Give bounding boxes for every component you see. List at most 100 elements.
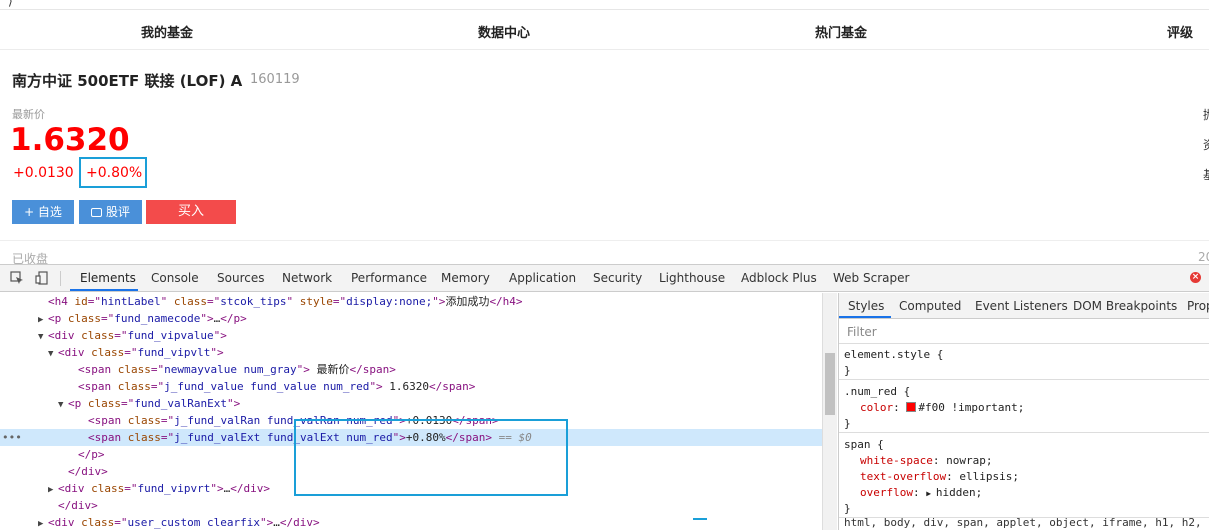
- elements-scrollbar[interactable]: [822, 293, 837, 530]
- fund-code: 160119: [250, 72, 300, 87]
- code-token: =": [332, 295, 347, 308]
- change-percent: +0.80%: [79, 157, 147, 188]
- css-rule[interactable]: element.style {}: [839, 347, 1209, 380]
- dom-node-line[interactable]: <h4 id="hintLabel" class="stcok_tips" st…: [0, 293, 822, 310]
- comment-button[interactable]: 股评: [79, 200, 142, 224]
- devtools-tab-lighthouse[interactable]: Lighthouse: [659, 271, 725, 285]
- css-value: nowrap;: [946, 454, 993, 467]
- code-token: class: [173, 295, 207, 308]
- devtools-tab-memory[interactable]: Memory: [441, 271, 490, 285]
- tabbar-divider: [60, 271, 61, 286]
- css-value: #f00 !important;: [918, 401, 1025, 414]
- styles-tab-computed[interactable]: Computed: [899, 299, 961, 313]
- devtools-tab-application[interactable]: Application: [509, 271, 576, 285]
- fund-page: ⟩ 我的基金 数据中心 热门基金 评级 南方中证 500ETF 联接 (LOF)…: [0, 0, 1209, 264]
- code-token: ">: [259, 516, 274, 529]
- devtools-tab-sources[interactable]: Sources: [217, 271, 264, 285]
- code-token: hintLabel: [101, 295, 161, 308]
- dom-node-line[interactable]: ▼ <div class="fund_vipvlt">: [0, 344, 822, 361]
- code-token: <p: [68, 397, 88, 410]
- more-options-icon[interactable]: •••: [2, 429, 22, 446]
- css-colon: :: [912, 486, 927, 499]
- nav-data-center[interactable]: 数据中心: [478, 22, 530, 41]
- inspect-element-icon[interactable]: [10, 271, 24, 285]
- code-token: =": [114, 516, 128, 529]
- scrollbar-thumb[interactable]: [825, 353, 835, 415]
- code-token: <span: [78, 380, 118, 393]
- css-selector: element.style {: [844, 348, 944, 361]
- devtools-tab-security[interactable]: Security: [593, 271, 642, 285]
- devtools-tab-elements[interactable]: Elements: [80, 271, 136, 285]
- error-count-icon[interactable]: ×: [1190, 272, 1201, 283]
- styles-tab-event-listeners[interactable]: Event Listeners: [975, 299, 1068, 313]
- css-declaration[interactable]: white-space: nowrap;: [844, 453, 1209, 469]
- dom-node-line[interactable]: ▶ <div class="user_custom clearfix">…</di…: [0, 514, 822, 530]
- code-token: ">: [210, 346, 224, 359]
- styles-tab-dom-breakpoints[interactable]: DOM Breakpoints: [1073, 299, 1177, 313]
- code-token: </h4>: [489, 295, 523, 308]
- css-selector: .num_red {: [844, 385, 911, 398]
- code-token: display:none;: [346, 295, 433, 308]
- css-rule[interactable]: span { white-space: nowrap; text-overflow:…: [839, 437, 1209, 518]
- css-declaration[interactable]: color: #f00 !important;: [844, 400, 1209, 416]
- css-colon: :: [893, 401, 907, 414]
- change-absolute: +0.0130: [13, 165, 74, 181]
- annotation-box: [294, 419, 568, 496]
- code-token: =": [160, 431, 175, 444]
- code-token: ": [286, 295, 300, 308]
- css-declaration[interactable]: text-overflow: ellipsis;: [844, 469, 1209, 485]
- code-token: ">: [432, 295, 446, 308]
- code-token: =": [124, 482, 138, 495]
- nav-rating[interactable]: 评级: [1167, 22, 1193, 41]
- edge-text-3: 基: [1203, 166, 1209, 183]
- code-token: class: [117, 363, 151, 376]
- dom-node-line[interactable]: ▼ <p class="fund_valRanExt">: [0, 395, 822, 412]
- add-watchlist-button[interactable]: + 自选: [12, 200, 74, 224]
- color-swatch-icon[interactable]: [906, 402, 917, 412]
- code-token: stcok_tips: [220, 295, 287, 308]
- latest-price-label: 最新价: [12, 108, 45, 121]
- code-token: class: [127, 431, 161, 444]
- nav-hot-funds[interactable]: 热门基金: [815, 22, 867, 41]
- code-token: …: [273, 516, 280, 529]
- devtools-tab-console[interactable]: Console: [151, 271, 199, 285]
- devtools-tab-performance[interactable]: Performance: [351, 271, 427, 285]
- active-styles-tab-indicator: [839, 316, 891, 318]
- code-token: <h4: [48, 295, 75, 308]
- styles-filter-input[interactable]: [839, 320, 1209, 344]
- code-token: ">: [226, 397, 241, 410]
- buy-button[interactable]: 买入: [146, 200, 236, 224]
- code-token: newmayvalue num_gray: [164, 363, 297, 376]
- code-token: <span: [78, 363, 118, 376]
- styles-tabbar: Styles Computed Event Listeners DOM Breakpo…: [839, 293, 1209, 319]
- nav-my-funds[interactable]: 我的基金: [141, 22, 193, 41]
- dom-node-line[interactable]: ▶ <p class="fund_namecode">…</p>: [0, 310, 822, 327]
- active-tab-indicator: [70, 289, 138, 291]
- code-token: ">: [210, 482, 224, 495]
- code-token: =": [124, 346, 138, 359]
- code-token: </span>: [349, 363, 396, 376]
- expand-shorthand-icon[interactable]: ▶: [926, 489, 936, 498]
- code-token: =": [160, 414, 175, 427]
- dom-node-line[interactable]: <span class="j_fund_value fund_value num…: [0, 378, 822, 395]
- devtools-tab-web-scraper[interactable]: Web Scraper: [833, 271, 909, 285]
- css-rule[interactable]: .num_red { color: #f00 !important;}: [839, 384, 1209, 433]
- devtools-tab-network[interactable]: Network: [282, 271, 332, 285]
- expand-toggle-icon[interactable]: ▶: [38, 516, 48, 530]
- css-declaration[interactable]: overflow: ▶ hidden;: [844, 485, 1209, 501]
- css-rule-close: }: [844, 417, 851, 430]
- css-selector: span {: [844, 438, 884, 451]
- elements-panel[interactable]: <h4 id="hintLabel" class="stcok_tips" st…: [0, 293, 822, 530]
- devtools: Elements Console Sources Network Performance…: [0, 264, 1209, 530]
- code-token: =": [114, 329, 128, 342]
- dom-node-line[interactable]: <span class="newmayvalue num_gray"> 最新价<…: [0, 361, 822, 378]
- dom-node-line[interactable]: </div>: [0, 497, 822, 514]
- code-token: =": [150, 363, 165, 376]
- dom-node-line[interactable]: ▼ <div class="fund_vipvalue">: [0, 327, 822, 344]
- device-toolbar-icon[interactable]: [35, 271, 49, 285]
- code-token: fund_vipvrt: [137, 482, 211, 495]
- styles-tab-styles[interactable]: Styles: [848, 299, 884, 313]
- back-icon[interactable]: ⟩: [8, 0, 13, 8]
- styles-tab-prop[interactable]: Prop: [1187, 299, 1209, 313]
- devtools-tab-adblock-plus[interactable]: Adblock Plus: [741, 271, 817, 285]
